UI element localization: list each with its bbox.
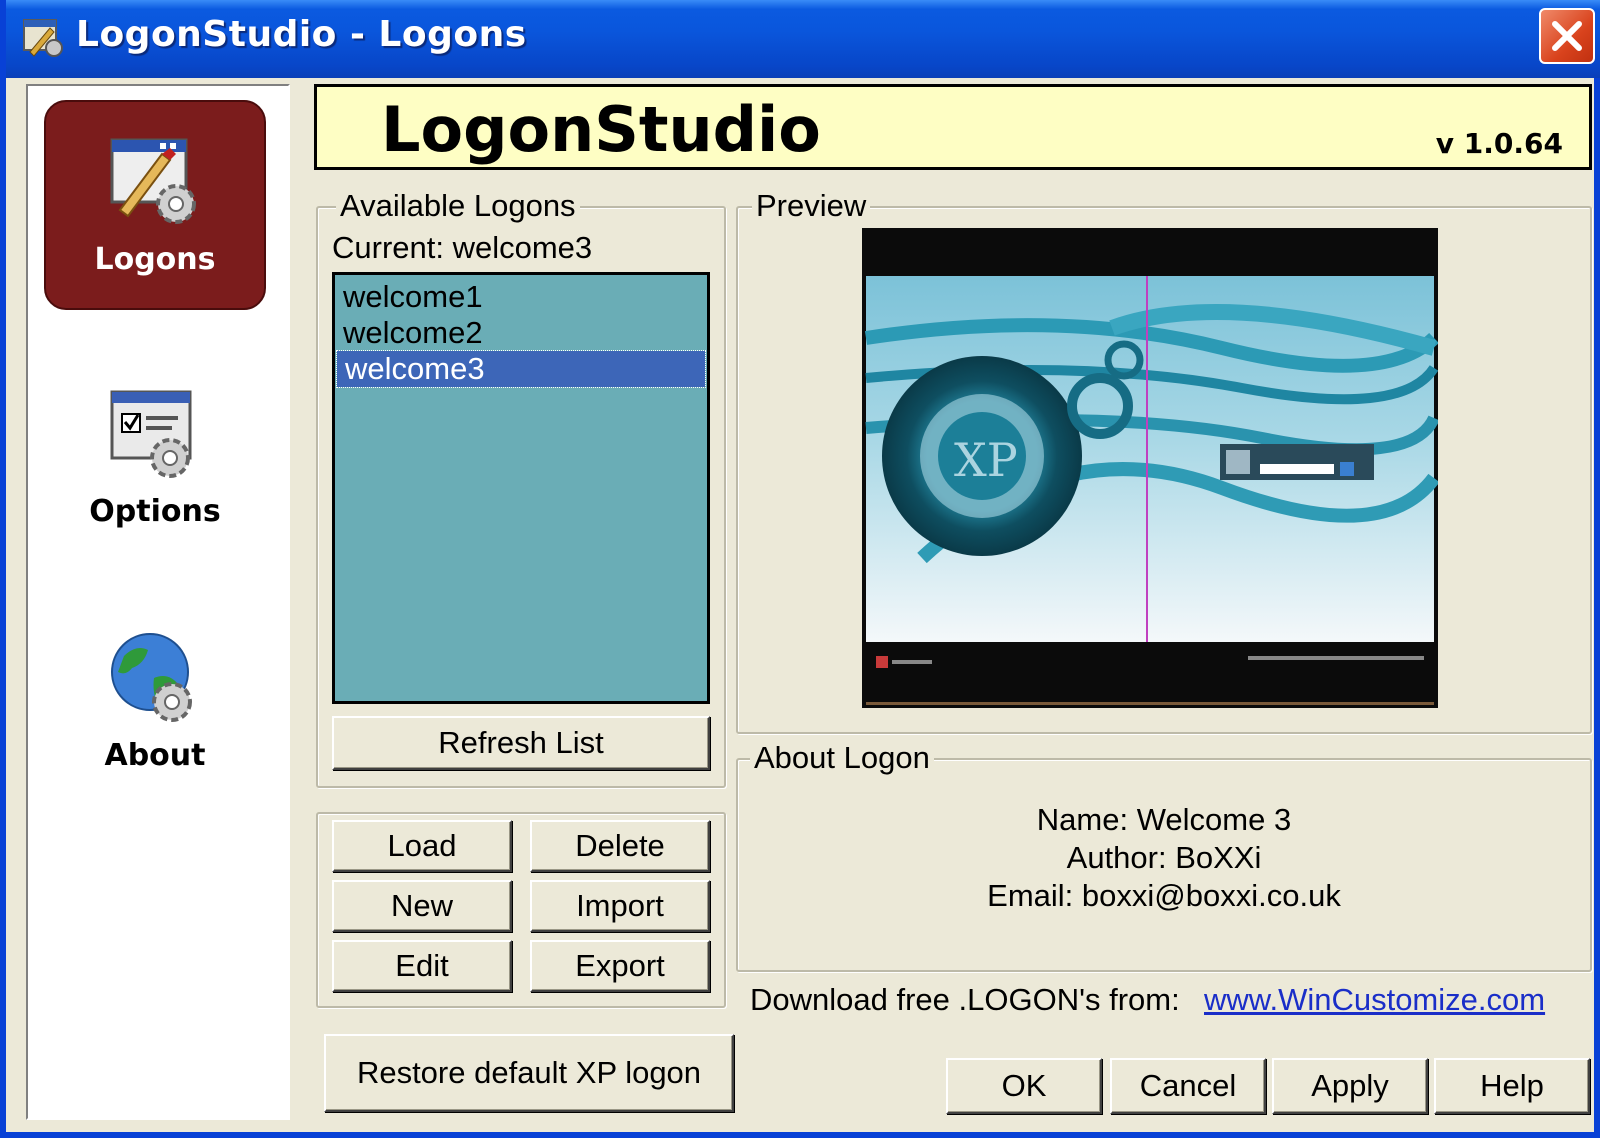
restore-default-button[interactable]: Restore default XP logon — [324, 1034, 734, 1112]
current-logon-label: Current: welcome3 — [332, 230, 593, 265]
edit-button[interactable]: Edit — [332, 940, 512, 992]
apply-button[interactable]: Apply — [1272, 1058, 1428, 1114]
close-icon — [1552, 21, 1582, 51]
sidebar-item-logons[interactable]: Logons — [44, 100, 266, 310]
svg-text:XP: XP — [954, 433, 1018, 487]
preview-legend: Preview — [752, 188, 871, 224]
xp-logon-preview-graphic: XP — [862, 228, 1438, 708]
sidebar: Logons Options About — [26, 84, 290, 1120]
header-title: LogonStudio — [381, 93, 821, 166]
title-bar[interactable]: LogonStudio - Logons — [6, 0, 1600, 78]
list-item[interactable]: welcome2 — [335, 315, 707, 351]
ok-button[interactable]: OK — [946, 1058, 1102, 1114]
new-button[interactable]: New — [332, 880, 512, 932]
export-button[interactable]: Export — [530, 940, 710, 992]
import-button[interactable]: Import — [530, 880, 710, 932]
delete-button[interactable]: Delete — [530, 820, 710, 872]
logon-preview-image: XP — [862, 228, 1438, 708]
sidebar-item-about[interactable]: About — [44, 598, 266, 808]
logon-listbox[interactable]: welcome1 welcome2 welcome3 — [332, 272, 710, 704]
app-window: LogonStudio - Logons Logons Options Abou… — [0, 0, 1600, 1138]
sidebar-item-label: Options — [89, 494, 221, 529]
window-title: LogonStudio - Logons — [76, 14, 527, 55]
sidebar-item-label: Logons — [94, 242, 216, 277]
wincustomize-link[interactable]: www.WinCustomize.com — [1204, 982, 1545, 1018]
sidebar-item-label: About — [104, 738, 206, 773]
download-text: Download free .LOGON's from: — [750, 982, 1180, 1017]
logon-name: Name: Welcome 3 — [1036, 802, 1292, 837]
sidebar-item-options[interactable]: Options — [44, 354, 266, 564]
app-icon — [23, 19, 63, 57]
available-logons-legend: Available Logons — [336, 188, 580, 224]
globe-gear-icon — [111, 633, 192, 722]
list-item-selected[interactable]: welcome3 — [336, 350, 706, 388]
help-button[interactable]: Help — [1434, 1058, 1590, 1114]
logon-gear-icon — [110, 138, 196, 224]
close-button[interactable] — [1539, 8, 1595, 64]
options-gear-icon — [110, 390, 192, 478]
logon-author: Author: BoXXi — [1066, 840, 1262, 875]
about-logon-legend: About Logon — [750, 740, 934, 776]
refresh-list-button[interactable]: Refresh List — [332, 716, 710, 770]
app-header-banner: LogonStudio v 1.0.64 — [314, 84, 1592, 170]
version-label: v 1.0.64 — [1435, 127, 1563, 160]
load-button[interactable]: Load — [332, 820, 512, 872]
logon-email: Email: boxxi@boxxi.co.uk — [987, 878, 1341, 913]
list-item[interactable]: welcome1 — [335, 279, 707, 315]
cancel-button[interactable]: Cancel — [1110, 1058, 1266, 1114]
